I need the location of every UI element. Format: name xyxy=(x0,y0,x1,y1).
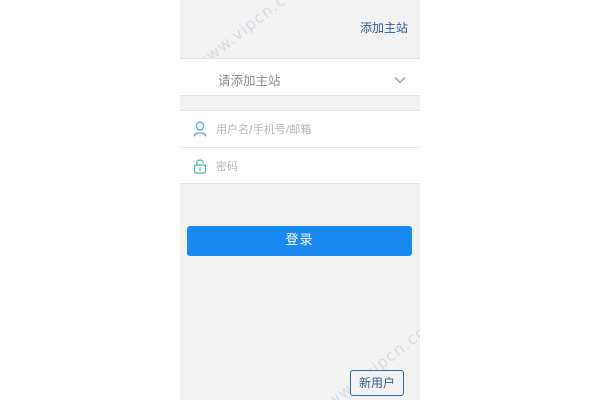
new-user-button[interactable]: 新用户 xyxy=(350,370,404,396)
password-input[interactable] xyxy=(216,148,406,184)
username-row xyxy=(180,111,420,147)
username-input[interactable] xyxy=(216,111,406,147)
login-button[interactable]: 登录 xyxy=(187,226,412,256)
password-row xyxy=(180,148,420,184)
login-screen: www.vipcn.com www.vipcn.com 添加主站 请添加主站 用… xyxy=(180,0,420,400)
add-site-link[interactable]: 添加主站 xyxy=(360,19,408,36)
user-icon xyxy=(193,121,207,137)
login-form xyxy=(180,110,420,184)
lock-icon xyxy=(193,158,207,174)
site-select-placeholder: 请添加主站 xyxy=(218,73,281,88)
site-select-dropdown[interactable]: 请添加主站 xyxy=(180,58,420,96)
chevron-down-icon xyxy=(394,71,406,84)
